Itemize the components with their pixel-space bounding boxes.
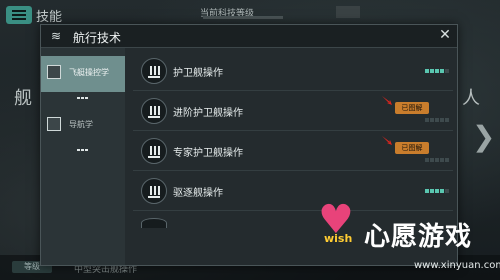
destroyer-icon <box>141 178 167 204</box>
skill-progress <box>425 158 451 162</box>
watermark-logo: ♥ wish 心愿游戏 www.xinyuan.com <box>302 198 500 280</box>
close-icon[interactable]: ✕ <box>437 27 453 43</box>
watermark-url: www.xinyuan.com <box>414 260 500 271</box>
top-bar: 技能 当前科技等级 <box>0 0 500 25</box>
watermark-brand: 心愿游戏 <box>364 222 473 252</box>
page-dots <box>77 84 91 99</box>
frigate-icon <box>141 98 167 124</box>
dialog-header: ≋ 航行技术 ✕ <box>41 25 457 48</box>
dialog-title: 航行技术 <box>73 31 122 45</box>
partial-skill-icon <box>141 218 167 228</box>
navigation-icon <box>47 117 61 131</box>
skill-label: 驱逐舰操作 <box>173 188 223 199</box>
top-right-panel <box>336 6 360 18</box>
watermark-wish: wish <box>324 232 353 245</box>
frigate-icon <box>141 58 167 84</box>
skill-progress <box>425 189 451 193</box>
locked-badge[interactable]: 已图解 <box>395 102 429 114</box>
sidebar-item-navigation[interactable]: 导航学 <box>41 108 125 151</box>
frigate-icon <box>141 138 167 164</box>
skill-label: 进阶护卫舰操作 <box>173 108 243 119</box>
skill-row[interactable]: 专家护卫舰操作 已图解 <box>133 132 453 171</box>
next-arrow-icon[interactable]: ❯ <box>472 120 495 153</box>
sidebar: 飞艇操控学 导航学 <box>41 48 125 265</box>
tech-level-bar <box>203 16 283 19</box>
skill-progress <box>425 69 451 73</box>
skill-label: 专家护卫舰操作 <box>173 148 243 159</box>
skill-row[interactable]: 护卫舰操作 <box>133 52 453 91</box>
skill-label: 护卫舰操作 <box>173 68 223 79</box>
page-title: 技能 <box>36 10 63 25</box>
sidebar-item-ship-control[interactable]: 飞艇操控学 <box>41 56 125 99</box>
locked-badge[interactable]: 已图解 <box>395 142 429 154</box>
skill-row[interactable]: 进阶护卫舰操作 已图解 <box>133 92 453 131</box>
background-right-text: 人 <box>462 88 480 109</box>
page-dots <box>77 136 91 151</box>
sidebar-item-label: 飞艇操控学 <box>69 68 109 77</box>
menu-button[interactable] <box>6 6 32 24</box>
sidebar-item-label: 导航学 <box>69 120 93 129</box>
background-left-text: 舰 <box>14 88 32 109</box>
red-arrow-icon <box>382 136 392 145</box>
red-arrow-icon <box>382 96 392 105</box>
tech-icon: ≋ <box>50 29 62 43</box>
ship-icon <box>47 65 61 79</box>
skill-progress <box>425 118 451 122</box>
